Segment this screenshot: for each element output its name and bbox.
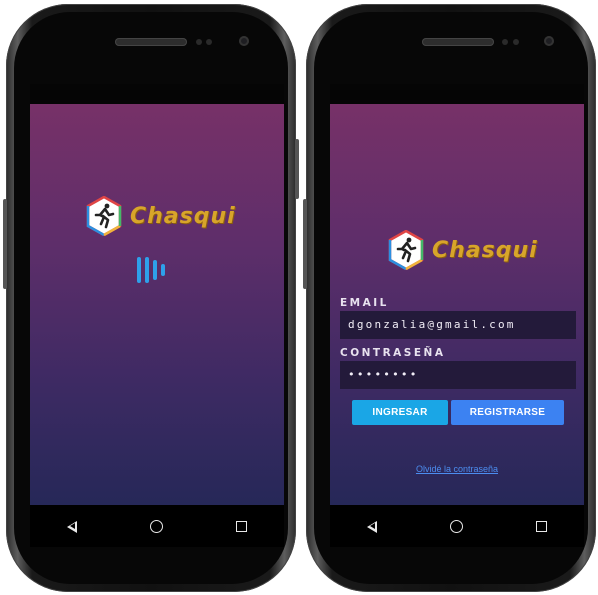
earpiece-speaker	[115, 38, 187, 46]
email-label: EMAIL	[340, 297, 389, 309]
earpiece-speaker	[422, 38, 494, 46]
app-logo: Chasqui	[388, 229, 538, 271]
loader-bar	[161, 264, 165, 276]
password-label: CONTRASEÑA	[340, 347, 446, 359]
loader-bar	[145, 257, 149, 283]
proximity-sensor	[502, 39, 508, 45]
forgot-password-link[interactable]: Olvidé la contraseña	[330, 464, 584, 474]
home-circle-icon[interactable]	[137, 505, 177, 547]
loader-bar	[137, 257, 141, 283]
password-field[interactable]: ••••••••	[340, 361, 576, 389]
light-sensor	[206, 39, 212, 45]
volume-button	[3, 199, 7, 289]
back-triangle-icon[interactable]	[352, 505, 392, 547]
phone-splash: Chasqui	[3, 4, 299, 592]
login-screen: Chasqui EMAIL dgonzalia@gmail.com CONTRA…	[330, 84, 584, 547]
email-field[interactable]: dgonzalia@gmail.com	[340, 311, 576, 339]
power-button	[295, 139, 299, 199]
volume-button	[303, 199, 307, 289]
splash-screen: Chasqui	[30, 84, 284, 547]
app-name: Chasqui	[130, 203, 236, 229]
recents-square-icon[interactable]	[222, 505, 262, 547]
login-background: Chasqui EMAIL dgonzalia@gmail.com CONTRA…	[330, 104, 584, 505]
home-circle-icon[interactable]	[437, 505, 477, 547]
proximity-sensor	[196, 39, 202, 45]
android-nav-bar	[330, 505, 584, 547]
back-triangle-icon[interactable]	[52, 505, 92, 547]
app-name: Chasqui	[432, 237, 538, 263]
front-camera	[239, 36, 249, 46]
loader-bar	[153, 260, 157, 280]
splash-background: Chasqui	[30, 104, 284, 505]
android-nav-bar	[30, 505, 284, 547]
runner-hexagon-icon	[86, 195, 122, 237]
status-bar	[330, 84, 584, 104]
front-camera	[544, 36, 554, 46]
phone-login: Chasqui EMAIL dgonzalia@gmail.com CONTRA…	[303, 4, 596, 592]
app-logo: Chasqui	[86, 195, 236, 237]
status-bar	[30, 84, 284, 104]
runner-hexagon-icon	[388, 229, 424, 271]
recents-square-icon[interactable]	[522, 505, 562, 547]
login-button[interactable]: INGRESAR	[352, 400, 448, 425]
equalizer-bars-icon	[137, 256, 169, 284]
light-sensor	[513, 39, 519, 45]
register-button[interactable]: REGISTRARSE	[451, 400, 564, 425]
